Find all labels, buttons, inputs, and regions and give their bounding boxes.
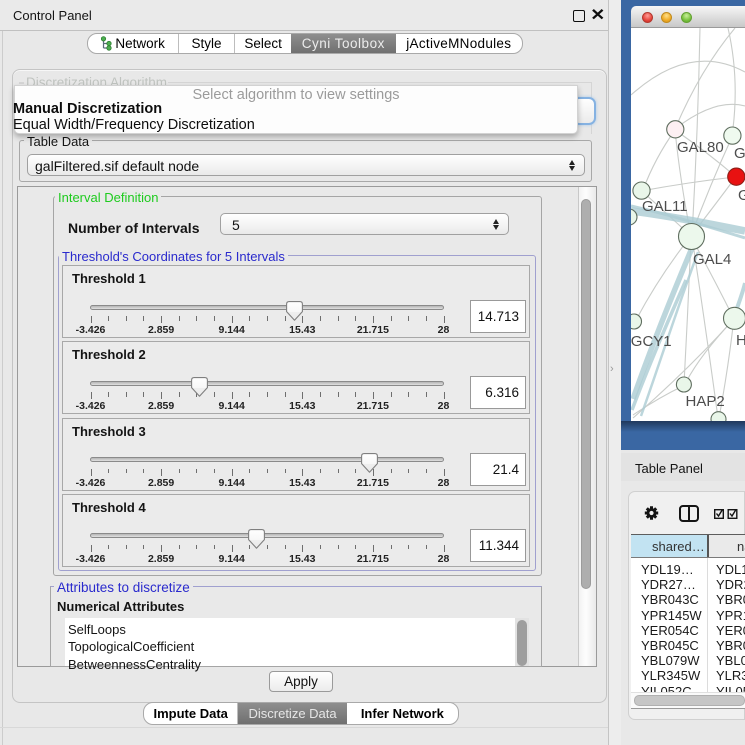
svg-text:GCY1: GCY1 [631,333,672,350]
svg-text:GAL3: GAL3 [734,145,745,162]
svg-text:HAP2: HAP2 [686,393,725,410]
svg-text:GAL: GAL [738,187,745,204]
svg-text:HIS4: HIS4 [736,332,745,349]
svg-text:GAL11: GAL11 [642,198,688,215]
svg-text:GAL80: GAL80 [677,139,724,156]
svg-text:GAL4: GAL4 [693,251,731,268]
